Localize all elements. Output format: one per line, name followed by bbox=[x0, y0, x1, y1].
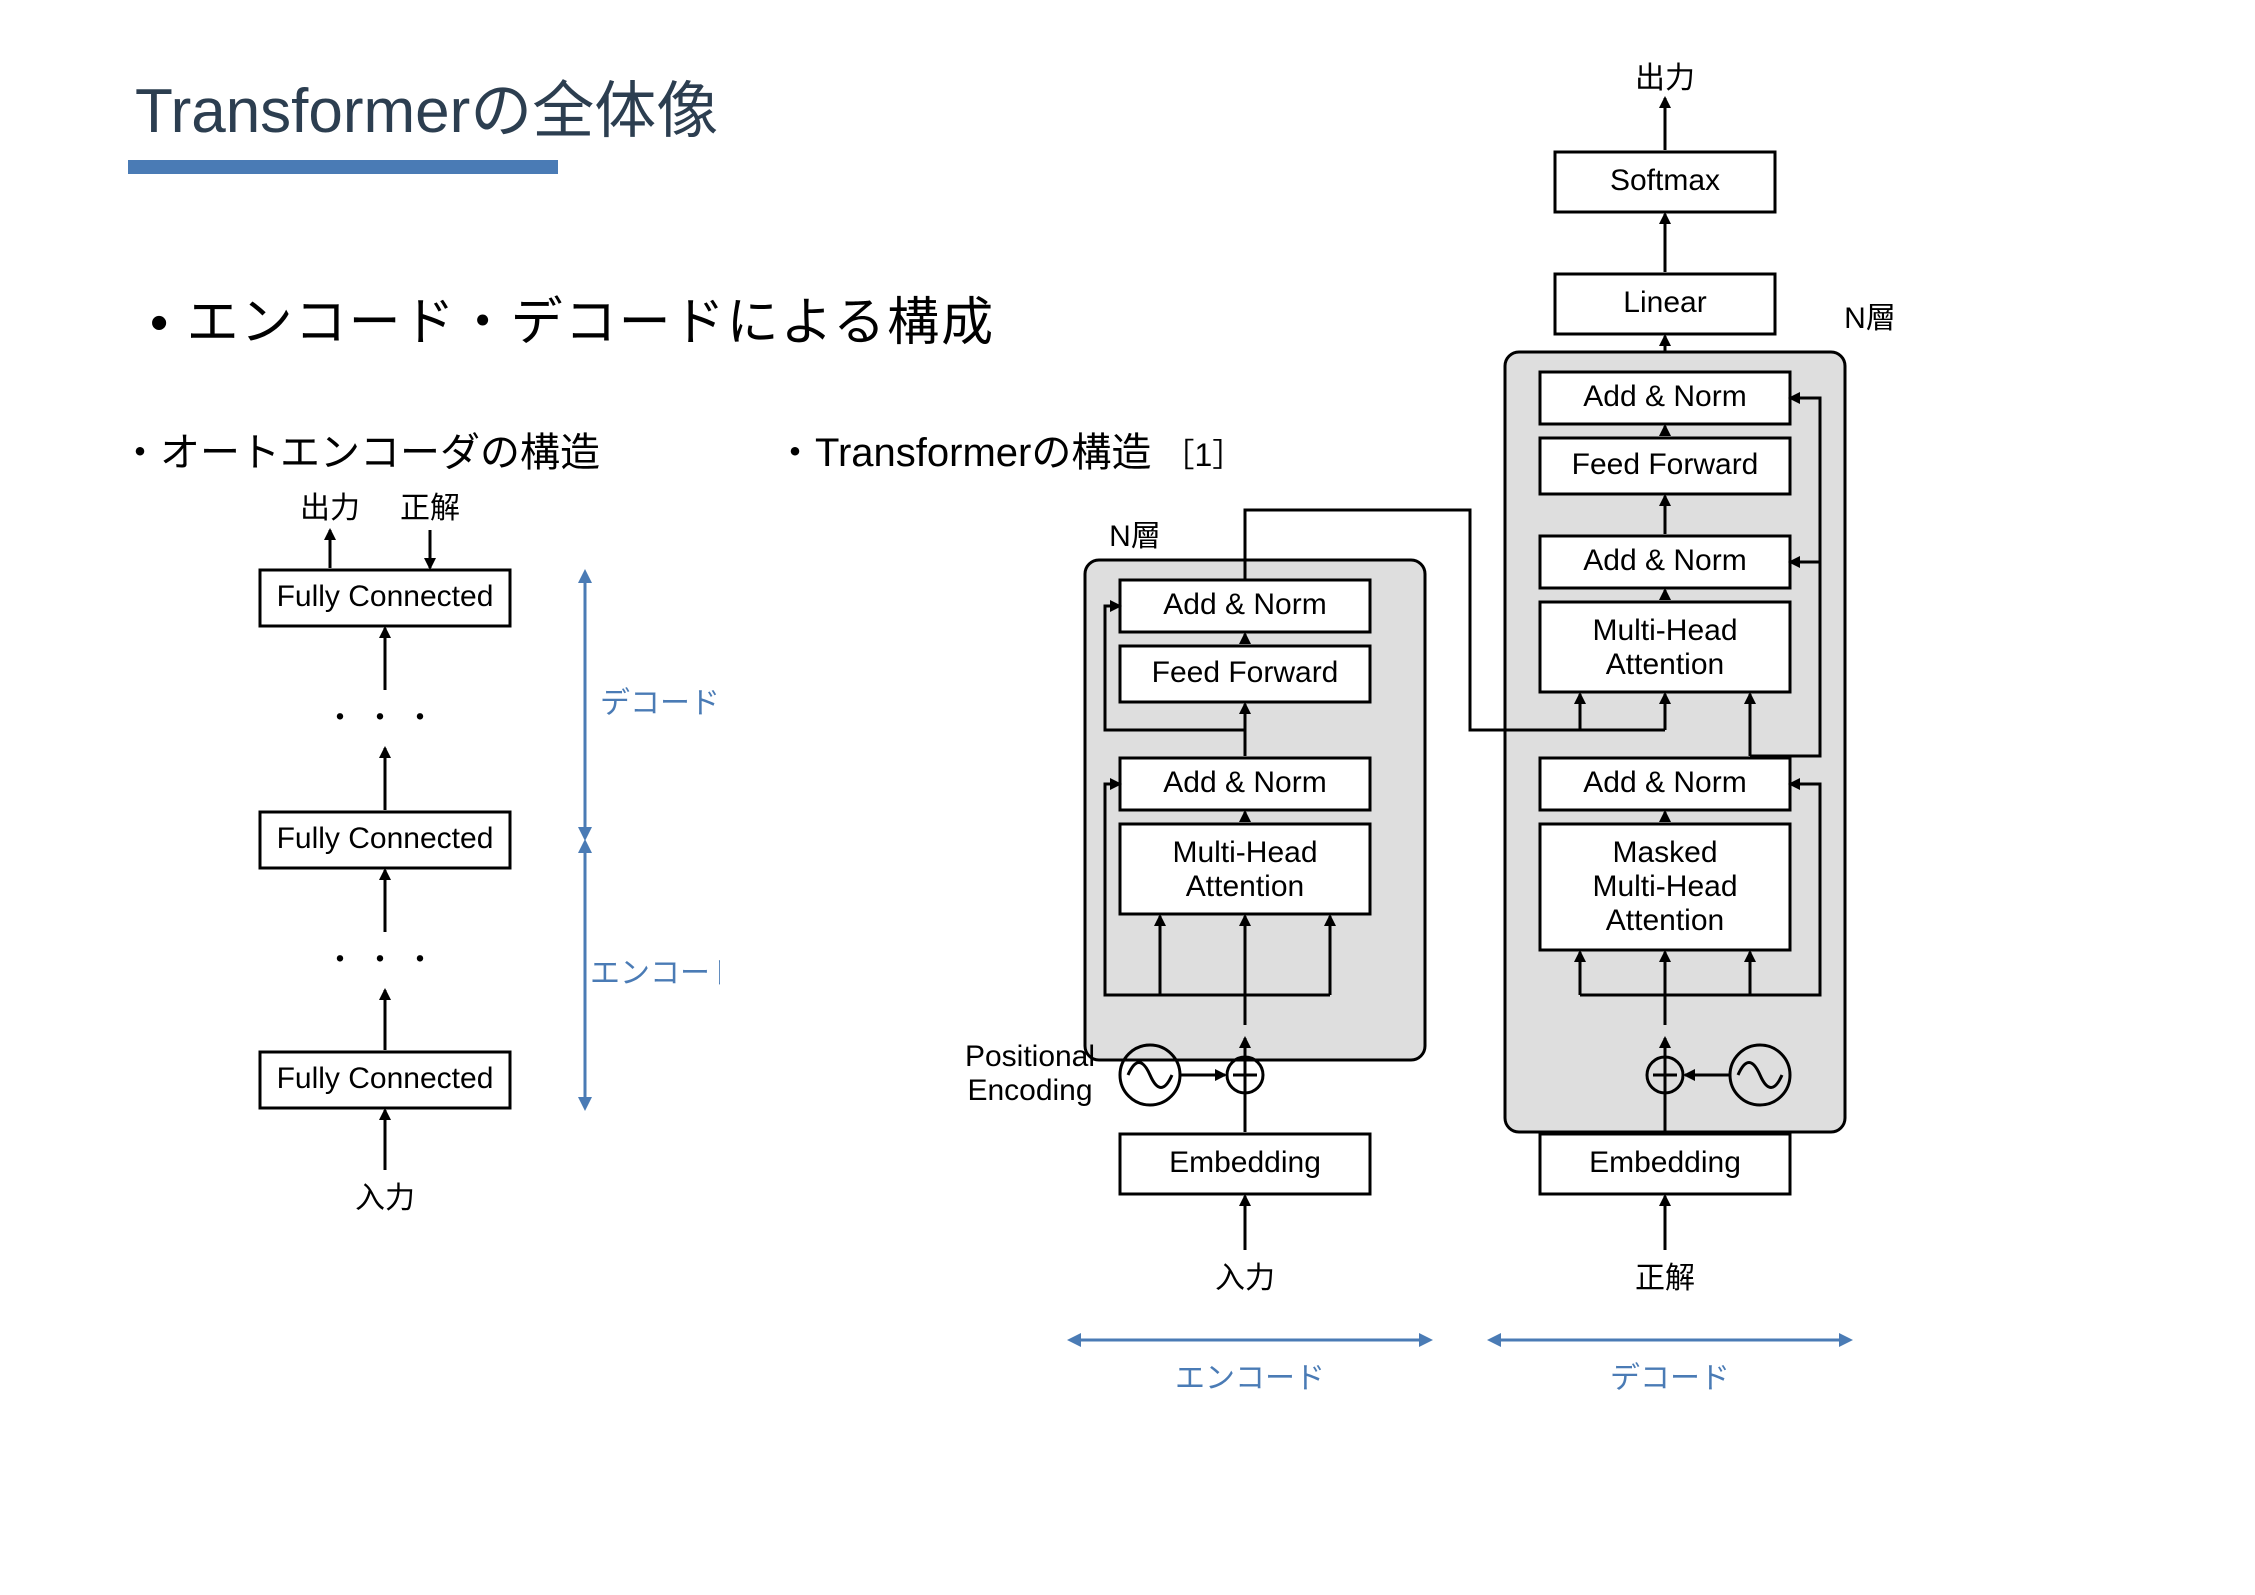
ae-output-label: 出力 bbox=[300, 492, 360, 525]
tf-input-label: 入力 bbox=[1215, 1262, 1275, 1295]
sub-heading-left: ・オートエンコーダの構造 bbox=[120, 420, 600, 478]
slide-title: Transformerの全体像 bbox=[135, 60, 718, 150]
tf-nlayers-right: N層 bbox=[1844, 302, 1896, 335]
autoencoder-diagram: 出力 正解 Fully Connected ・・・ Fully Connecte… bbox=[200, 480, 720, 1280]
tf-dec-masked2: Multi-Head bbox=[1592, 870, 1737, 903]
tf-dec-masked3: Attention bbox=[1606, 904, 1724, 937]
tf-dec-embedding: Embedding bbox=[1589, 1146, 1741, 1179]
tf-pe1: Positional bbox=[965, 1040, 1095, 1073]
ae-input-label: 入力 bbox=[355, 1182, 415, 1215]
tf-softmax: Softmax bbox=[1610, 164, 1720, 197]
ae-dots-top: ・・・ bbox=[325, 702, 445, 735]
tf-output-label: 出力 bbox=[1635, 62, 1695, 95]
tf-nlayers-left: N層 bbox=[1109, 520, 1161, 553]
ae-dots-bot: ・・・ bbox=[325, 944, 445, 977]
tf-enc-addnorm2: Add & Norm bbox=[1163, 588, 1326, 621]
transformer-diagram: 出力 Softmax Linear N層 Add & Norm Feed For… bbox=[950, 40, 2220, 1590]
tf-dec-addnorm2: Add & Norm bbox=[1583, 544, 1746, 577]
tf-enc-embedding: Embedding bbox=[1169, 1146, 1321, 1179]
tf-dec-ff: Feed Forward bbox=[1572, 448, 1759, 481]
tf-dec-mha1: Multi-Head bbox=[1592, 614, 1737, 647]
ae-fc-top: Fully Connected bbox=[277, 580, 494, 613]
ae-decode-label: デコード bbox=[600, 687, 720, 720]
ae-fc-mid: Fully Connected bbox=[277, 822, 494, 855]
title-underline bbox=[128, 160, 558, 174]
tf-encode-label: エンコード bbox=[1175, 1362, 1325, 1395]
tf-pe2: Encoding bbox=[967, 1074, 1092, 1107]
tf-linear: Linear bbox=[1623, 286, 1706, 319]
tf-enc-addnorm1: Add & Norm bbox=[1163, 766, 1326, 799]
tf-dec-masked1: Masked bbox=[1612, 836, 1717, 869]
tf-dec-addnorm1: Add & Norm bbox=[1583, 766, 1746, 799]
tf-enc-mha1: Multi-Head bbox=[1172, 836, 1317, 869]
main-bullet: エンコード・デコードによる構成 bbox=[150, 280, 995, 355]
tf-target-label: 正解 bbox=[1635, 1262, 1695, 1295]
ae-fc-bot: Fully Connected bbox=[277, 1062, 494, 1095]
tf-dec-mha2: Attention bbox=[1606, 648, 1724, 681]
tf-dec-addnorm3: Add & Norm bbox=[1583, 380, 1746, 413]
ae-encode-label: エンコード bbox=[590, 957, 720, 990]
tf-decode-label: デコード bbox=[1610, 1362, 1730, 1395]
tf-enc-ff: Feed Forward bbox=[1152, 656, 1339, 689]
tf-enc-mha2: Attention bbox=[1186, 870, 1304, 903]
ae-target-label: 正解 bbox=[400, 492, 460, 525]
